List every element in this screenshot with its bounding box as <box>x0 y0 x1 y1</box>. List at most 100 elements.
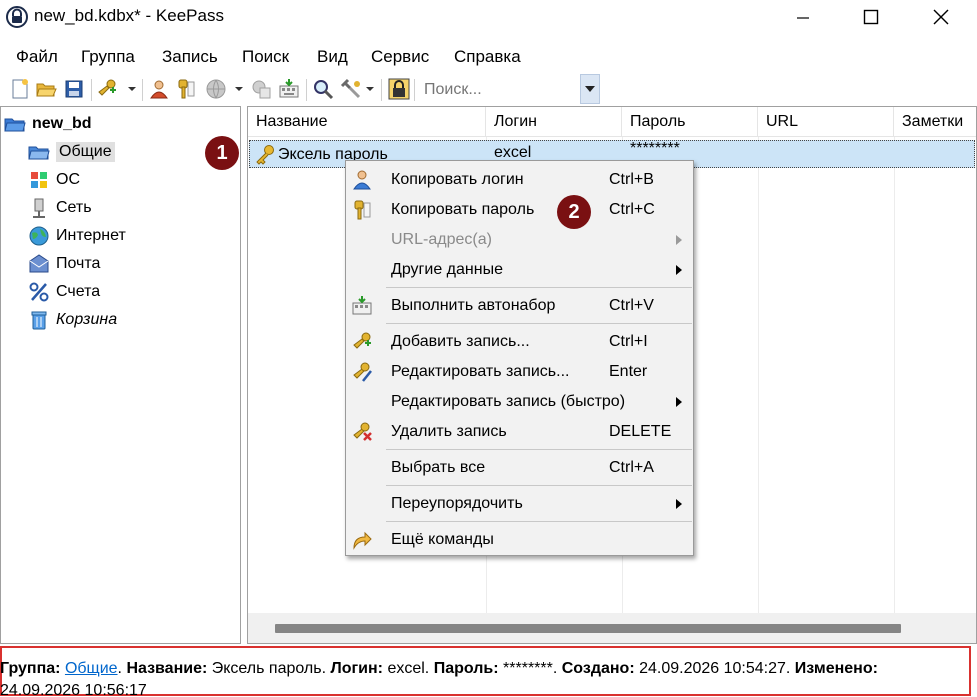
open-url-dropdown-arrow[interactable] <box>235 87 243 91</box>
entry-password: ******** <box>630 140 680 157</box>
menu-reorder-submenu[interactable]: Переупорядочить <box>346 489 693 519</box>
status-created-label: Создано: <box>561 660 635 677</box>
menu-copy-username[interactable]: Копировать логин Ctrl+B <box>346 165 693 195</box>
tree-group-label: Общие <box>56 142 115 162</box>
submenu-arrow-icon <box>676 235 682 245</box>
menu-delete-entry[interactable]: Удалить запись DELETE <box>346 417 693 447</box>
tree-root[interactable]: new_bd <box>4 112 92 136</box>
copy-username-icon[interactable] <box>148 78 170 100</box>
menu-item-label: Другие данные <box>391 261 503 278</box>
column-login[interactable]: Логин <box>486 107 622 137</box>
menu-item-shortcut: Ctrl+V <box>609 297 654 314</box>
search-dropdown-button[interactable] <box>580 74 600 104</box>
menu-add-entry[interactable]: Добавить запись... Ctrl+I <box>346 327 693 357</box>
status-login-value: excel. <box>387 660 430 677</box>
window-title: new_bd.kdbx* - KeePass <box>34 6 224 25</box>
menu-entry[interactable]: Запись <box>162 47 218 67</box>
menu-url-submenu[interactable]: URL-адрес(а) <box>346 225 693 255</box>
status-password-value: ********. <box>503 660 558 677</box>
menu-help[interactable]: Справка <box>454 47 521 67</box>
scrollbar-thumb[interactable] <box>275 624 901 633</box>
menu-tools[interactable]: Сервис <box>371 47 429 67</box>
search-input[interactable] <box>416 76 580 104</box>
search-box[interactable] <box>416 76 580 104</box>
status-created-value: 24.09.2026 10:54:27. <box>639 660 791 677</box>
tree-group-label: Счета <box>56 283 101 300</box>
copy-password-icon[interactable] <box>175 78 197 100</box>
menu-other-data-submenu[interactable]: Другие данные <box>346 255 693 285</box>
add-entry-dropdown-arrow[interactable] <box>128 87 136 91</box>
tree-root-label: new_bd <box>32 115 92 132</box>
folder-icon <box>28 146 50 160</box>
menu-item-label: Копировать пароль <box>391 201 535 218</box>
menu-group[interactable]: Группа <box>81 47 135 67</box>
column-notes[interactable]: Заметки <box>894 107 976 137</box>
menu-separator <box>386 521 692 522</box>
add-entry-icon <box>353 332 371 349</box>
menu-find[interactable]: Поиск <box>242 47 289 67</box>
title-bar: new_bd.kdbx* - KeePass <box>0 0 977 36</box>
add-entry-icon[interactable] <box>96 78 118 100</box>
key-icon <box>256 145 274 165</box>
autotype-icon[interactable] <box>278 78 300 100</box>
tree-group-accounts[interactable]: Счета <box>28 280 100 304</box>
menu-copy-password[interactable]: Копировать пароль Ctrl+C <box>346 195 693 225</box>
new-db-icon[interactable] <box>9 78 31 100</box>
toolbar-separator <box>306 79 307 101</box>
database-folder-icon <box>4 118 26 132</box>
save-icon[interactable] <box>63 78 85 100</box>
tools-dropdown-arrow[interactable] <box>366 87 374 91</box>
menu-quick-edit-submenu[interactable]: Редактировать запись (быстро) <box>346 387 693 417</box>
menu-item-shortcut: Ctrl+C <box>609 201 655 218</box>
windows-icon <box>31 172 47 188</box>
status-group-link[interactable]: Общие <box>65 660 118 677</box>
status-group-label: Группа: <box>0 660 61 677</box>
group-tree[interactable]: new_bd Общие ОС Сеть Интернет Почта Счет… <box>0 106 241 644</box>
menu-item-label: Редактировать запись (быстро) <box>391 393 626 410</box>
column-password[interactable]: Пароль <box>622 107 758 137</box>
tools-icon[interactable] <box>340 78 362 100</box>
column-url[interactable]: URL <box>758 107 894 137</box>
open-url-icon[interactable] <box>205 78 227 100</box>
status-password-label: Пароль: <box>433 660 499 677</box>
copy-icon[interactable] <box>250 78 272 100</box>
toolbar-separator <box>381 79 382 101</box>
minimize-button[interactable] <box>780 0 826 34</box>
maximize-button[interactable] <box>848 0 894 34</box>
keepass-lock-icon <box>6 6 28 28</box>
close-button[interactable] <box>918 0 964 34</box>
tree-group-network[interactable]: Сеть <box>28 196 92 220</box>
callout-badge-2: 2 <box>557 195 591 229</box>
status-title-value: Эксель пароль. <box>211 660 327 677</box>
horizontal-scrollbar[interactable] <box>248 613 976 643</box>
menu-item-label: Копировать логин <box>391 171 524 188</box>
recycle-bin-icon <box>31 311 47 330</box>
menu-bar: Файл Группа Запись Поиск Вид Сервис Спра… <box>0 38 977 74</box>
menu-select-all[interactable]: Выбрать все Ctrl+A <box>346 453 693 483</box>
open-folder-icon[interactable] <box>35 78 57 100</box>
tree-group-os[interactable]: ОС <box>28 168 80 192</box>
status-title-label: Название: <box>126 660 208 677</box>
submenu-arrow-icon <box>676 397 682 407</box>
tree-group-recycle-bin[interactable]: Корзина <box>28 308 117 332</box>
tree-group-general[interactable]: Общие <box>28 140 115 164</box>
submenu-arrow-icon <box>676 265 682 275</box>
menu-view[interactable]: Вид <box>317 47 348 67</box>
find-icon[interactable] <box>312 78 334 100</box>
menu-autotype[interactable]: Выполнить автонабор Ctrl+V <box>346 291 693 321</box>
tree-group-internet[interactable]: Интернет <box>28 224 126 248</box>
menu-item-shortcut: Ctrl+I <box>609 333 648 350</box>
list-header: Название Логин Пароль URL Заметки <box>248 107 976 137</box>
menu-file[interactable]: Файл <box>16 47 58 67</box>
toolbar-separator <box>414 79 415 101</box>
globe-icon <box>29 226 49 246</box>
tree-group-mail[interactable]: Почта <box>28 252 100 276</box>
menu-item-label: Удалить запись <box>391 423 507 440</box>
menu-more-commands[interactable]: Ещё команды <box>346 525 693 555</box>
menu-item-shortcut: Ctrl+B <box>609 171 654 188</box>
lock-icon[interactable] <box>388 78 410 100</box>
status-login-label: Логин: <box>330 660 384 677</box>
column-title[interactable]: Название <box>248 107 486 137</box>
delete-entry-icon <box>353 422 372 441</box>
menu-edit-entry[interactable]: Редактировать запись... Enter <box>346 357 693 387</box>
